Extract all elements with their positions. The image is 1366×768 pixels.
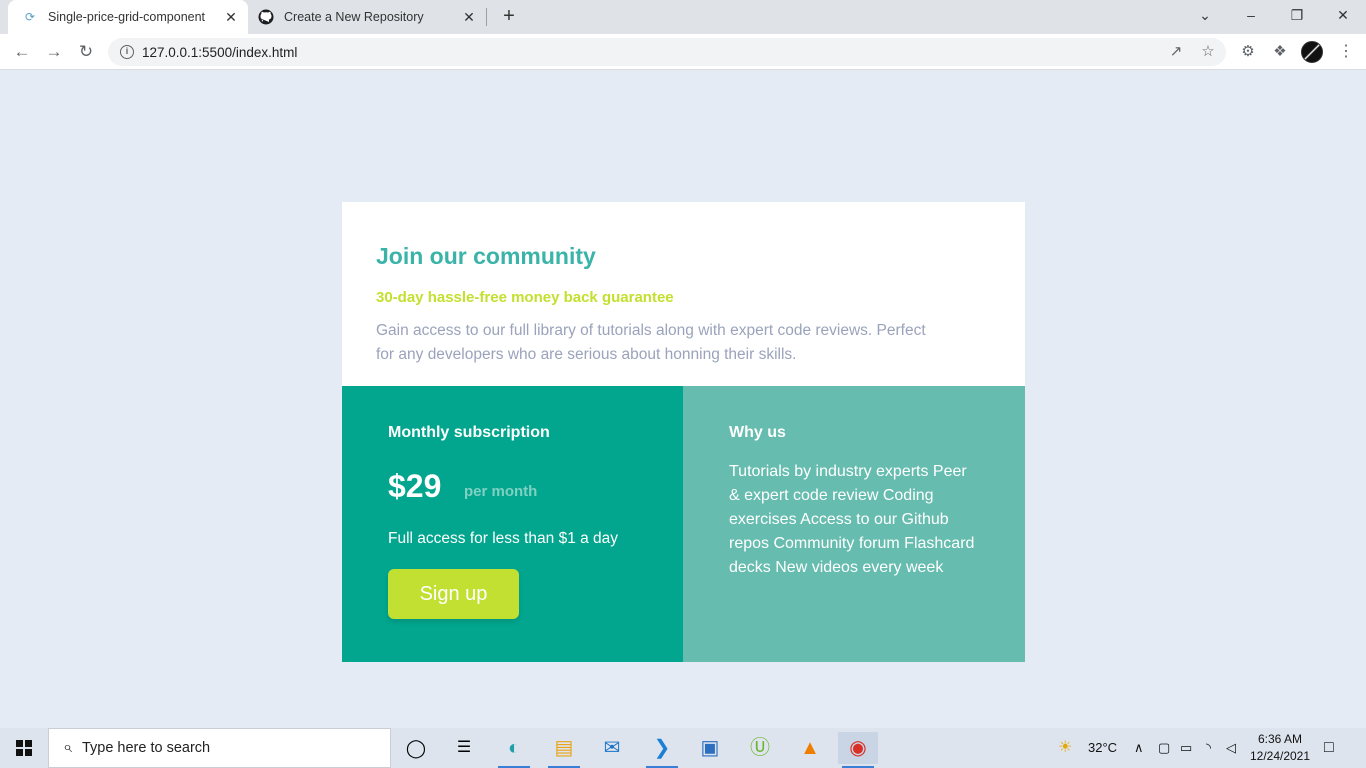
battery-icon[interactable]: ▭ [1180, 728, 1192, 768]
taskbar-clock[interactable]: 6:36 AM 12/24/2021 [1244, 731, 1316, 765]
bookmark-star-icon[interactable]: ☆ [1194, 38, 1222, 66]
reload-icon[interactable]: ↻ [72, 38, 100, 66]
tab-search-chevron-icon[interactable]: ⌄ [1182, 0, 1228, 30]
price-grid-card: Join our community 30-day hassle-free mo… [342, 202, 1025, 662]
volume-icon[interactable]: ◁ [1226, 728, 1236, 768]
extensions-puzzle-icon[interactable]: ❖ [1266, 38, 1294, 66]
price-value: $29 [388, 468, 442, 504]
meet-icon[interactable]: ▢ [1158, 728, 1170, 768]
windows-taskbar: ⌕ Type here to search ◯ ☰ ◐ ▤ ✉ ❯ ▣ Ⓤ ▲ … [0, 728, 1366, 768]
spinner-icon: ⟳ [24, 10, 36, 24]
utorrent-icon[interactable]: Ⓤ [740, 732, 780, 764]
search-placeholder: Type here to search [81, 740, 211, 756]
card-description: Gain access to our full library of tutor… [376, 322, 926, 363]
subscription-section: Monthly subscription $29 per month Full … [342, 386, 683, 662]
back-arrow-icon[interactable]: ← [8, 38, 36, 66]
cortana-icon[interactable]: ◯ [396, 732, 436, 764]
edge-icon[interactable]: ◐ [494, 732, 534, 768]
taskbar-search-box[interactable]: ⌕ Type here to search [48, 728, 391, 768]
site-info-icon[interactable]: i [120, 45, 134, 59]
task-view-icon[interactable]: ☰ [444, 732, 484, 764]
address-bar[interactable]: i 127.0.0.1:5500/index.html [108, 38, 1226, 66]
vscode-icon[interactable]: ❯ [642, 732, 682, 768]
mail-icon[interactable]: ✉ [592, 732, 632, 764]
tab-separator [486, 8, 487, 26]
clock-date: 12/24/2021 [1249, 749, 1311, 763]
github-icon [258, 9, 274, 25]
forward-arrow-icon[interactable]: → [40, 38, 68, 66]
file-explorer-icon[interactable]: ▤ [544, 732, 584, 768]
tab-single-price-grid[interactable]: ⟳ Single-price-grid-component ✕ [8, 0, 248, 34]
restore-icon[interactable]: ❐ [1274, 0, 1320, 30]
windows-logo-icon [16, 740, 32, 756]
why-us-section: Why us Tutorials by industry experts Pee… [683, 386, 1025, 662]
tab-label: Create a New Repository [284, 10, 424, 24]
community-section: Join our community 30-day hassle-free mo… [342, 202, 1025, 386]
profile-avatar[interactable] [1301, 41, 1323, 63]
temperature-text: 32°C [1088, 740, 1118, 755]
photos-icon[interactable]: ▣ [690, 732, 730, 764]
more-menu-icon[interactable]: ⋮ [1336, 38, 1356, 66]
notification-icon[interactable]: □ [1324, 728, 1334, 768]
bug-extension-icon[interactable]: ⚙ [1234, 38, 1262, 66]
start-button[interactable] [0, 728, 48, 768]
tray-chevron-icon[interactable]: ∧ [1134, 728, 1144, 768]
browser-toolbar: ← → ↻ i 127.0.0.1:5500/index.html ↗ ☆ ⚙ … [0, 34, 1366, 70]
browser-tab-bar: ⟳ Single-price-grid-component ✕ Create a… [0, 0, 1366, 34]
card-title: Join our community [376, 243, 596, 269]
tab-label: Single-price-grid-component [48, 10, 206, 24]
close-window-icon[interactable]: ✕ [1320, 0, 1366, 30]
why-us-title: Why us [729, 424, 786, 441]
chrome-icon[interactable]: ◉ [838, 732, 878, 768]
tab-create-repository[interactable]: Create a New Repository ✕ [250, 0, 486, 34]
price-period: per month [464, 483, 538, 500]
vlc-icon[interactable]: ▲ [790, 732, 830, 764]
share-icon[interactable]: ↗ [1162, 38, 1190, 66]
sign-up-button[interactable]: Sign up [388, 569, 519, 619]
minimize-icon[interactable]: – [1228, 0, 1274, 30]
new-tab-icon[interactable]: + [498, 5, 520, 27]
url-text: 127.0.0.1:5500/index.html [142, 44, 298, 60]
close-tab-icon[interactable]: ✕ [220, 9, 242, 26]
access-note: Full access for less than $1 a day [388, 530, 619, 547]
subscription-title: Monthly subscription [388, 424, 550, 441]
clock-time: 6:36 AM [1257, 732, 1303, 746]
close-tab-icon[interactable]: ✕ [458, 9, 480, 26]
why-us-text: Tutorials by industry experts Peer & exp… [729, 463, 975, 576]
wifi-icon[interactable]: ◝ [1206, 728, 1211, 768]
search-icon: ⌕ [63, 739, 72, 756]
guarantee-text: 30-day hassle-free money back guarantee [376, 289, 674, 306]
weather-icon[interactable]: ☀ [1058, 728, 1072, 768]
